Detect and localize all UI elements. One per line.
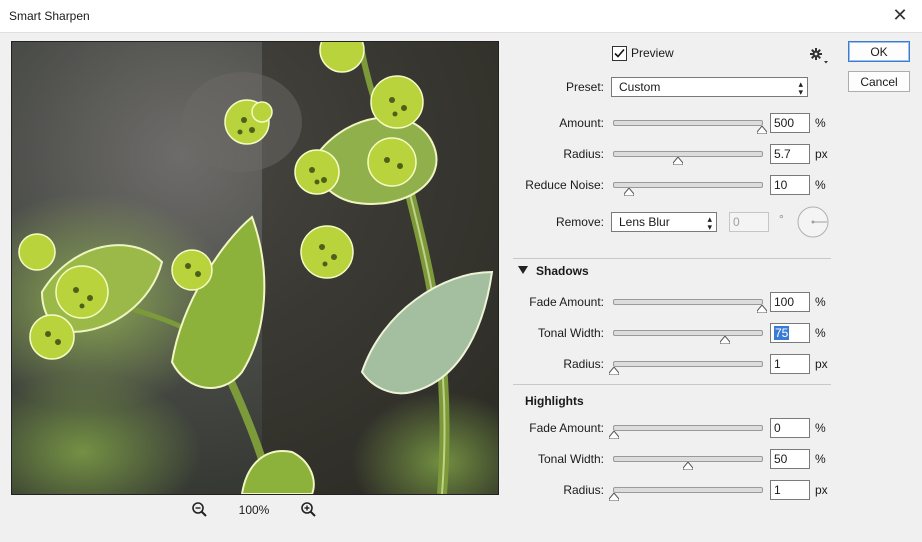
window-title: Smart Sharpen <box>9 9 90 23</box>
remove-value: Lens Blur <box>619 215 670 229</box>
amount-input[interactable]: 500 <box>770 113 810 133</box>
highlights-tonal-width-input[interactable]: 50 <box>770 449 810 469</box>
collapse-triangle-icon[interactable] <box>518 265 528 275</box>
preview-photo <box>12 42 498 494</box>
checkmark-icon <box>614 48 625 58</box>
reduce-noise-input[interactable]: 10 <box>770 175 810 195</box>
slider-thumb-icon[interactable] <box>609 493 619 501</box>
radius-unit: px <box>815 147 828 161</box>
zoom-out-icon[interactable] <box>191 501 209 519</box>
updown-arrow-icon: ▴ ▾ <box>707 214 712 232</box>
radius-slider[interactable] <box>613 151 763 165</box>
shadows-tonal-width-unit: % <box>815 326 826 340</box>
preset-label: Preset: <box>565 80 604 94</box>
shadows-tonal-width-label: Tonal Width: <box>537 326 604 340</box>
ok-button[interactable]: OK <box>848 41 910 62</box>
shadows-radius-label: Radius: <box>563 357 604 371</box>
angle-unit: ° <box>779 212 784 226</box>
gear-icon[interactable] <box>809 47 829 65</box>
reduce-noise-label: Reduce Noise: <box>525 178 604 192</box>
highlights-tonal-width-unit: % <box>815 452 826 466</box>
slider-thumb-icon[interactable] <box>609 367 619 375</box>
slider-thumb-icon[interactable] <box>757 126 767 134</box>
highlights-tonal-width-label: Tonal Width: <box>537 452 604 466</box>
remove-label: Remove: <box>555 215 604 229</box>
highlights-fade-amount-label: Fade Amount: <box>529 421 604 435</box>
highlights-radius-unit: px <box>815 483 828 497</box>
highlights-radius-label: Radius: <box>563 483 604 497</box>
remove-select[interactable]: Lens Blur ▴ ▾ <box>611 212 717 232</box>
slider-thumb-icon[interactable] <box>609 431 619 439</box>
shadows-tonal-width-slider[interactable] <box>613 330 763 344</box>
highlights-tonal-width-slider[interactable] <box>613 456 763 470</box>
preview-label: Preview <box>631 46 674 60</box>
preset-select[interactable]: Custom ▴ ▾ <box>611 77 808 97</box>
title-bar: Smart Sharpen ✕ <box>0 0 922 33</box>
highlights-radius-input[interactable]: 1 <box>770 480 810 500</box>
shadows-fade-amount-slider[interactable] <box>613 299 767 313</box>
preview-image[interactable] <box>11 41 499 495</box>
updown-arrow-icon: ▴ ▾ <box>798 79 803 97</box>
amount-unit: % <box>815 116 826 130</box>
angle-input[interactable]: 0 <box>729 212 769 232</box>
zoom-level: 100% <box>238 503 270 517</box>
close-icon[interactable]: ✕ <box>890 5 910 25</box>
highlights-fade-amount-input[interactable]: 0 <box>770 418 810 438</box>
highlights-fade-amount-slider[interactable] <box>609 425 763 439</box>
shadows-heading: Shadows <box>536 264 589 278</box>
reduce-noise-unit: % <box>815 178 826 192</box>
shadows-fade-amount-label: Fade Amount: <box>529 295 604 309</box>
highlights-radius-slider[interactable] <box>609 487 763 501</box>
shadows-radius-input[interactable]: 1 <box>770 354 810 374</box>
preset-value: Custom <box>619 80 661 94</box>
radius-input[interactable]: 5.7 <box>770 144 810 164</box>
divider <box>513 384 831 385</box>
slider-thumb-icon[interactable] <box>757 305 767 313</box>
preview-checkbox[interactable] <box>612 46 627 61</box>
highlights-heading: Highlights <box>525 394 584 408</box>
slider-thumb-icon[interactable] <box>623 188 634 196</box>
shadows-tonal-width-input[interactable]: 75 <box>770 323 810 343</box>
divider <box>513 258 831 259</box>
slider-thumb-icon[interactable] <box>683 462 693 470</box>
zoom-in-icon[interactable] <box>300 501 318 519</box>
shadows-tonal-width-value: 75 <box>774 326 790 340</box>
angle-dial-icon[interactable] <box>797 206 829 238</box>
cancel-button[interactable]: Cancel <box>848 71 910 92</box>
shadows-radius-slider[interactable] <box>609 361 763 375</box>
amount-label: Amount: <box>559 116 604 130</box>
amount-slider[interactable] <box>613 120 767 134</box>
shadows-radius-unit: px <box>815 357 828 371</box>
shadows-fade-amount-unit: % <box>815 295 826 309</box>
shadows-fade-amount-input[interactable]: 100 <box>770 292 810 312</box>
reduce-noise-slider[interactable] <box>613 182 763 196</box>
slider-thumb-icon[interactable] <box>720 336 730 344</box>
slider-thumb-icon[interactable] <box>672 157 683 165</box>
highlights-fade-amount-unit: % <box>815 421 826 435</box>
radius-label: Radius: <box>563 147 604 161</box>
